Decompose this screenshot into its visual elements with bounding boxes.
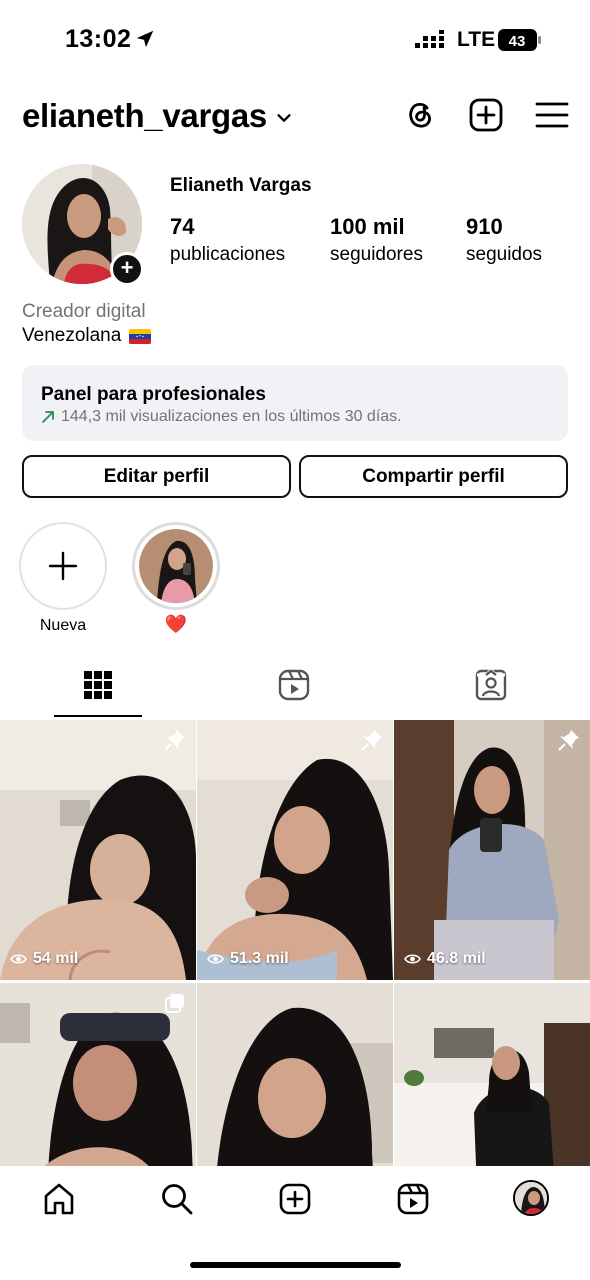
search-icon[interactable] [160,1182,194,1216]
view-count: 54 mil [10,950,78,968]
eye-icon [10,954,27,964]
edit-profile-button[interactable]: Editar perfil [22,455,291,498]
battery-icon: 43 [498,29,542,51]
highlight-circle [132,522,220,610]
menu-icon[interactable] [534,97,570,133]
view-count-text: 46.8 mil [427,950,486,967]
account-switcher[interactable]: elianeth_vargas [22,97,293,135]
home-icon[interactable] [42,1182,76,1216]
post-tile[interactable]: 51.3 mil [197,720,393,980]
view-count-text: 54 mil [33,950,79,967]
network-type: LTE [457,28,496,51]
highlight-new[interactable]: Nueva [19,522,107,635]
add-story-plus-icon[interactable]: + [110,252,144,286]
dashboard-subtitle: 144,3 mil visualizaciones en los últimos… [41,408,402,426]
status-bar: 13:02 LTE 43 [0,0,590,80]
stat-value: 910 [466,214,503,239]
post-image [394,720,590,980]
signal-icon [415,30,444,48]
stat-label: publicaciones [170,244,286,265]
view-count: 46.8 mil [404,950,486,968]
new-highlight-circle [19,522,107,610]
create-icon[interactable] [468,97,504,133]
stat-followers[interactable]: 100 mil seguidores [330,214,423,266]
status-time: 13:02 [65,25,132,53]
share-profile-button[interactable]: Compartir perfil [299,455,568,498]
profile-bio: Venezolana [22,325,152,347]
post-tile[interactable]: 54 mil [0,720,196,980]
stat-following[interactable]: 910 seguidos [466,214,542,266]
create-post-icon[interactable] [278,1182,312,1216]
battery-level: 43 [509,33,526,50]
pin-icon [164,730,185,751]
professional-dashboard[interactable]: Panel para profesionales 144,3 mil visua… [22,365,568,441]
view-count-text: 51.3 mil [230,950,289,967]
plus-icon [48,551,78,581]
reels-icon[interactable] [277,668,311,702]
full-name: Elianeth Vargas [170,175,312,196]
threads-icon[interactable] [402,97,438,133]
highlight-thumbnail [139,529,213,603]
post-image [0,720,196,980]
eye-icon [404,954,421,964]
username: elianeth_vargas [22,97,267,134]
tagged-icon[interactable] [474,668,508,702]
stat-label: seguidores [330,244,423,265]
chevron-down-icon [277,114,291,122]
view-count: 51.3 mil [207,950,289,968]
pin-icon [558,730,579,751]
home-indicator [190,1262,401,1268]
stat-value: 74 [170,214,195,239]
bio-text: Venezolana [22,325,122,346]
stat-value: 100 mil [330,214,405,239]
profile-nav-avatar[interactable] [513,1180,549,1216]
trending-up-icon [42,411,54,423]
eye-icon [207,954,224,964]
stat-label: seguidos [466,244,543,265]
profile-avatar[interactable]: + [22,164,144,286]
profile-category: Creador digital [22,301,146,322]
reels-nav-icon[interactable] [396,1182,430,1216]
post-image [197,720,393,980]
location-arrow-icon [136,30,154,48]
venezuela-flag-icon [129,328,152,344]
avatar-thumbnail [515,1182,547,1214]
bottom-navigation [0,1166,590,1280]
active-tab-indicator [54,715,142,717]
highlight-label: Nueva [39,617,87,634]
stat-posts[interactable]: 74 publicaciones [170,214,285,266]
highlight-label: ❤️ [164,614,188,634]
highlight-heart[interactable]: ❤️ [132,522,220,635]
grid-icon[interactable] [81,668,115,702]
carousel-icon [165,994,184,1013]
dashboard-title: Panel para profesionales [41,384,266,405]
post-tile[interactable]: 46.8 mil [394,720,590,980]
pin-icon [361,730,382,751]
dashboard-subtitle-text: 144,3 mil visualizaciones en los últimos… [61,408,402,425]
